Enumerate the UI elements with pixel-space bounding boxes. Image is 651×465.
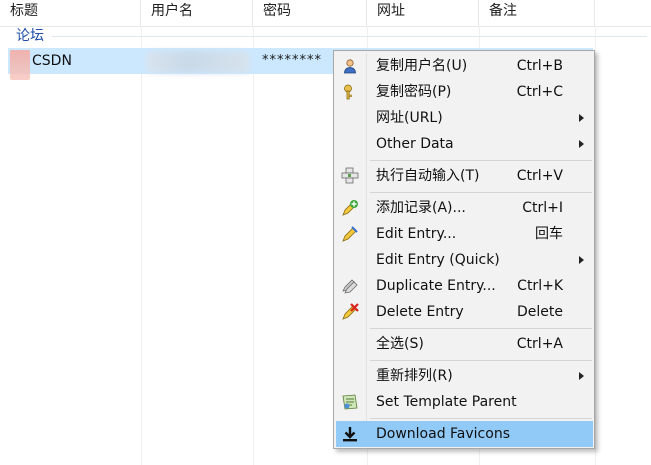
menu-item-rearrange-submenu[interactable]: 重新排列(R) [336, 363, 593, 389]
column-header-url[interactable]: 网址 [367, 0, 479, 26]
submenu-arrow-icon [579, 140, 584, 148]
menu-item-label: 网址(URL) [376, 110, 443, 126]
menu-item-shortcut: Ctrl+K [517, 278, 563, 294]
entry-password: ******** [262, 53, 322, 68]
menu-item-download-favicons[interactable]: Download Favicons [336, 421, 593, 447]
menu-item-delete-entry[interactable]: Delete Entry Delete [336, 299, 593, 325]
user-icon [341, 57, 359, 75]
menu-item-label: 全选(S) [376, 336, 424, 352]
menu-item-shortcut: Ctrl+I [522, 200, 563, 216]
menu-item-set-template-parent[interactable]: Set Template Parent [336, 389, 593, 415]
menu-item-label: 添加记录(A)... [376, 200, 466, 216]
menu-item-shortcut: Delete [517, 304, 563, 320]
menu-item-edit-entry-quick-submenu[interactable]: Edit Entry (Quick) [336, 247, 593, 273]
group-header-line [52, 36, 647, 37]
context-menu: 复制用户名(U) Ctrl+B 复制密码(P) Ctrl+C 网址(URL) O… [333, 50, 595, 449]
column-divider [253, 26, 254, 465]
menu-item-shortcut: Ctrl+V [516, 168, 563, 184]
column-header-title[interactable]: 标题 [0, 0, 141, 26]
menu-item-label: Edit Entry (Quick) [376, 252, 500, 268]
column-header: 标题 用户名 密码 网址 备注 [0, 0, 651, 26]
menu-item-duplicate-entry[interactable]: Duplicate Entry... Ctrl+K [336, 273, 593, 299]
menu-item-label: Delete Entry [376, 304, 464, 320]
delete-icon [341, 303, 359, 321]
submenu-arrow-icon [579, 256, 584, 264]
menu-item-edit-entry[interactable]: Edit Entry... 回车 [336, 221, 593, 247]
column-divider [141, 26, 142, 465]
template-icon [341, 393, 359, 411]
group-header-label[interactable]: 论坛 [16, 26, 44, 46]
menu-item-label: 执行自动输入(T) [376, 168, 480, 184]
menu-item-auto-type[interactable]: 执行自动输入(T) Ctrl+V [336, 163, 593, 189]
column-divider [595, 26, 596, 465]
entry-title: CSDN [32, 53, 72, 69]
add-entry-icon [341, 199, 359, 217]
menu-item-copy-password[interactable]: 复制密码(P) Ctrl+C [336, 79, 593, 105]
duplicate-icon [341, 277, 359, 295]
download-icon [341, 425, 359, 443]
menu-item-shortcut: Ctrl+B [516, 58, 563, 74]
menu-item-label: Download Favicons [376, 426, 510, 442]
menu-item-label: Set Template Parent [376, 394, 517, 410]
menu-item-other-data-submenu[interactable]: Other Data [336, 131, 593, 157]
menu-separator [370, 360, 592, 361]
header-divider [0, 26, 651, 27]
submenu-arrow-icon [579, 114, 584, 122]
menu-item-label: Other Data [376, 136, 454, 152]
column-header-password[interactable]: 密码 [253, 0, 367, 26]
menu-item-label: Duplicate Entry... [376, 278, 496, 294]
entry-favicon-icon [10, 50, 30, 80]
menu-separator [370, 418, 592, 419]
menu-item-shortcut: Ctrl+A [516, 336, 563, 352]
menu-item-url-submenu[interactable]: 网址(URL) [336, 105, 593, 131]
column-header-notes[interactable]: 备注 [479, 0, 595, 26]
menu-item-shortcut: 回车 [535, 226, 563, 242]
menu-item-label: 重新排列(R) [376, 368, 453, 384]
menu-item-add-entry[interactable]: 添加记录(A)... Ctrl+I [336, 195, 593, 221]
column-header-username[interactable]: 用户名 [141, 0, 253, 26]
entry-username-redacted [146, 51, 250, 73]
menu-item-select-all[interactable]: 全选(S) Ctrl+A [336, 331, 593, 357]
autotype-icon [341, 167, 359, 185]
edit-entry-icon [341, 225, 359, 243]
submenu-arrow-icon [579, 372, 584, 380]
menu-item-label: 复制密码(P) [376, 84, 452, 100]
menu-item-label: Edit Entry... [376, 226, 457, 242]
menu-item-copy-username[interactable]: 复制用户名(U) Ctrl+B [336, 53, 593, 79]
menu-separator [370, 160, 592, 161]
menu-item-shortcut: Ctrl+C [516, 84, 563, 100]
key-icon [341, 83, 359, 101]
menu-separator [370, 192, 592, 193]
menu-separator [370, 328, 592, 329]
menu-item-label: 复制用户名(U) [376, 58, 468, 74]
